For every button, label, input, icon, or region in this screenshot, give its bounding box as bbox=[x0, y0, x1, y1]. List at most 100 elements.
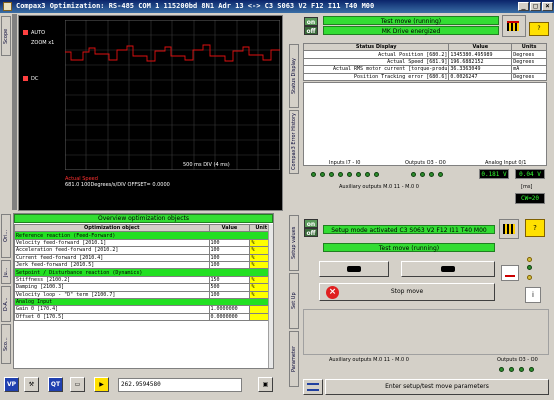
scope-controls: AUTO ZOOM x1 DC bbox=[21, 18, 61, 178]
value-input[interactable]: 262.9594580 bbox=[118, 378, 242, 392]
tab-scope-2[interactable]: Sco... bbox=[1, 324, 11, 364]
section-header: Reference reaction (Feed-Forward) bbox=[14, 231, 273, 240]
qt-button[interactable]: QT bbox=[48, 377, 63, 392]
scope-mode-auto[interactable]: AUTO bbox=[31, 30, 45, 36]
jog-forward-button[interactable] bbox=[401, 261, 495, 277]
tools-icon[interactable]: ⚒ bbox=[24, 377, 39, 392]
jog-forward-icon bbox=[441, 266, 455, 272]
setup-test-move-banner: Test move (running) bbox=[323, 243, 495, 252]
setup-onoff-switch[interactable]: on off bbox=[304, 219, 318, 237]
scope-coupling-dc[interactable]: DC bbox=[31, 76, 38, 82]
drive-onoff-switch[interactable]: on off bbox=[304, 17, 318, 35]
enter-setup-parameters-button[interactable]: Enter setup/test move parameters bbox=[325, 379, 549, 395]
analog-input-label: Analog Input 0/1 bbox=[485, 160, 527, 166]
table-row: Jerk feed-forward [2010.5] 100% bbox=[14, 260, 273, 270]
input-led-i5 bbox=[329, 172, 334, 177]
setup-aux-outputs-label: Auxiliary outputs M.0 11 - M.0 0 bbox=[329, 357, 409, 363]
table-row: Acceleration feed-forward [2010.2] 100% bbox=[14, 246, 273, 255]
value-cell[interactable]: 100 bbox=[208, 238, 251, 248]
input-led-i2 bbox=[356, 172, 361, 177]
tab-optimization-2[interactable]: Ju... bbox=[1, 260, 11, 284]
table-row: Gain 0 [170.4] 1.0000000 bbox=[14, 305, 273, 314]
value-cell[interactable]: 100 bbox=[208, 260, 251, 270]
jog-backward-icon bbox=[347, 266, 361, 272]
input-led-i1 bbox=[365, 172, 370, 177]
optimization-header: Overview optimization objects bbox=[14, 214, 273, 223]
tab-scope[interactable]: Scope bbox=[1, 16, 11, 56]
scope-divider bbox=[12, 14, 17, 210]
tab-parameter[interactable]: Parameter bbox=[289, 331, 299, 387]
inputs-label: Inputs I7 - I0 bbox=[329, 160, 361, 166]
table-row: Actual Speed [681.9] 196.6882152 Degrees bbox=[302, 57, 547, 67]
input-led-i6 bbox=[320, 172, 325, 177]
table-row: Damping [2100.3] 500% bbox=[14, 283, 273, 292]
info-icon[interactable]: i bbox=[525, 287, 541, 303]
tab-status-display[interactable]: Status Display bbox=[289, 44, 299, 108]
optimization-panel: Overview optimization objects Optimizati… bbox=[13, 213, 274, 369]
scope-panel: AUTO ZOOM x1 DC 500 ms DIV (4 ms) Actual… bbox=[18, 15, 283, 211]
stop-icon: × bbox=[326, 286, 339, 299]
input-led-i3 bbox=[347, 172, 352, 177]
table-row: Current feed-forward [2010.4] 100% bbox=[14, 253, 273, 262]
output-led-o0 bbox=[438, 172, 443, 177]
setup-outputs-label: Outputs O3 - O0 bbox=[497, 357, 538, 363]
analog-input-1-value: 0.04 V bbox=[515, 169, 545, 179]
value-cell[interactable]: 1.0000000 bbox=[208, 305, 251, 314]
status-table: Status Display Value Units Actual Positi… bbox=[302, 42, 547, 81]
table-row: Actual Position [680.2] 1345380.495989 Deg… bbox=[302, 50, 547, 59]
section-header: Setpoint / Disturbance reaction (Dynamic… bbox=[14, 268, 273, 277]
tab-error-history[interactable]: Compax3 Error History bbox=[289, 110, 299, 174]
maximize-button[interactable]: □ bbox=[530, 2, 541, 11]
setup-output-led-o1 bbox=[519, 367, 524, 372]
value-cell[interactable]: 500 bbox=[208, 283, 251, 292]
setup-axis-icon[interactable] bbox=[499, 219, 519, 239]
test-move-banner: Test move (running) bbox=[323, 16, 499, 25]
setup-empty-area bbox=[303, 309, 549, 355]
tab-optimization-3[interactable]: D-A... bbox=[1, 286, 11, 322]
minimize-button[interactable]: _ bbox=[518, 2, 529, 11]
scope-mode-zoom[interactable]: ZOOM x1 bbox=[31, 40, 54, 46]
setup-output-led-o0 bbox=[529, 367, 534, 372]
output-led-o2 bbox=[420, 172, 425, 177]
tab-set-up[interactable]: Set Up bbox=[289, 273, 299, 329]
print-icon[interactable]: ▣ bbox=[258, 377, 273, 392]
stop-move-button[interactable]: × Stop move bbox=[319, 283, 495, 301]
setup-output-led-o3 bbox=[499, 367, 504, 372]
table-row: Stiffness [2100.2] 150% bbox=[14, 275, 273, 285]
value-cell[interactable]: 100 bbox=[208, 253, 251, 262]
value-cell[interactable]: 100 bbox=[208, 246, 251, 255]
jog-backward-button[interactable] bbox=[319, 261, 389, 277]
value-cell[interactable]: 150 bbox=[208, 275, 251, 285]
scope-time-label: 500 ms DIV (4 ms) bbox=[183, 162, 230, 168]
close-button[interactable]: × bbox=[542, 2, 553, 11]
output-led-o1 bbox=[429, 172, 434, 177]
app-icon bbox=[3, 2, 12, 11]
monitor-icon[interactable]: ▭ bbox=[70, 377, 85, 392]
tab-setup-values[interactable]: Setup values bbox=[289, 215, 299, 271]
direction-icon[interactable] bbox=[501, 265, 519, 281]
optimization-table-header: Optimization object Value Unit bbox=[14, 223, 273, 233]
vp-button[interactable]: VP bbox=[4, 377, 19, 392]
status-table-empty-area bbox=[303, 82, 547, 166]
help-icon[interactable]: ? bbox=[529, 22, 549, 36]
legend-scale: 681.0 100Degrees/s/DIV OFFSET= 0.0000 bbox=[65, 182, 170, 188]
table-row: Velocity feed-forward [2010.1] 100% bbox=[14, 238, 273, 248]
tab-optimization-1[interactable]: Ori... bbox=[1, 214, 11, 258]
setup-status-led-2 bbox=[527, 275, 532, 280]
setup-help-icon[interactable]: ? bbox=[525, 219, 545, 237]
axis-motion-icon[interactable] bbox=[502, 15, 526, 37]
motion-icon[interactable]: ▶ bbox=[94, 377, 109, 392]
setup-status-led-1 bbox=[527, 265, 532, 270]
table-row: Offset 0 [170.5] 0.0000000 bbox=[14, 312, 273, 322]
section-header: Analog Input bbox=[14, 297, 273, 307]
status-table-header: Status Display Value Units bbox=[302, 42, 547, 52]
value-cell[interactable]: 0.0000000 bbox=[208, 312, 251, 322]
channel-marker-icon bbox=[23, 30, 28, 35]
value-cell[interactable]: 100 bbox=[208, 290, 251, 299]
status-panel: on off Test move (running) MK Drive energ… bbox=[289, 14, 552, 210]
setup-list-icon[interactable] bbox=[303, 379, 323, 395]
optimization-scrollbar[interactable] bbox=[268, 224, 273, 368]
bottom-toolbar: VP ⚒ QT ▭ ▶ 262.9594580 ▣ bbox=[0, 372, 288, 400]
ms-label: [ms] bbox=[521, 184, 533, 190]
scope-legend: Actual Speed 681.0 100Degrees/s/DIV OFFS… bbox=[65, 176, 215, 188]
